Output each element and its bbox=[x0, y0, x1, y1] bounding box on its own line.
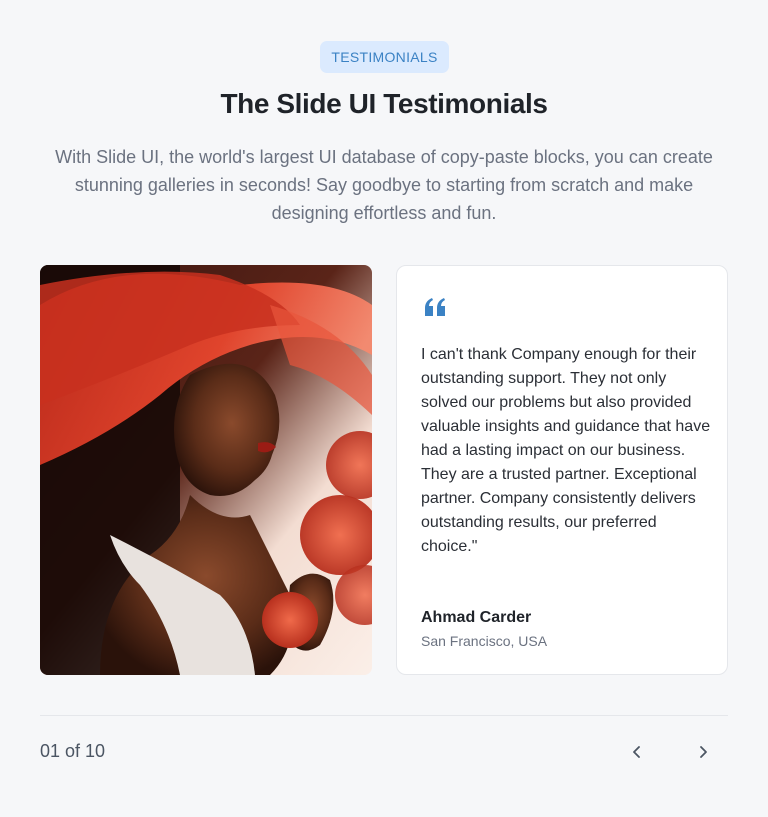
author-location: San Francisco, USA bbox=[421, 633, 548, 649]
page-subtitle: With Slide UI, the world's largest UI da… bbox=[55, 147, 713, 223]
previous-button[interactable] bbox=[619, 734, 655, 770]
page-title: The Slide UI Testimonials bbox=[220, 88, 548, 119]
chevron-right-icon bbox=[700, 746, 707, 758]
portrait-photo bbox=[40, 265, 372, 675]
testimonial-card: I can't thank Company enough for their o… bbox=[396, 265, 728, 675]
slide-counter: 01 of 10 bbox=[40, 741, 106, 761]
chevron-left-icon bbox=[633, 746, 640, 758]
testimonials-section: TESTIMONIALS The Slide UI Testimonials W… bbox=[0, 0, 768, 817]
divider bbox=[40, 715, 728, 716]
section-badge: TESTIMONIALS bbox=[320, 41, 449, 73]
testimonial-quote: I can't thank Company enough for their o… bbox=[421, 346, 711, 555]
author-name: Ahmad Carder bbox=[421, 609, 532, 626]
next-button[interactable] bbox=[685, 734, 721, 770]
quote-icon bbox=[423, 298, 447, 321]
